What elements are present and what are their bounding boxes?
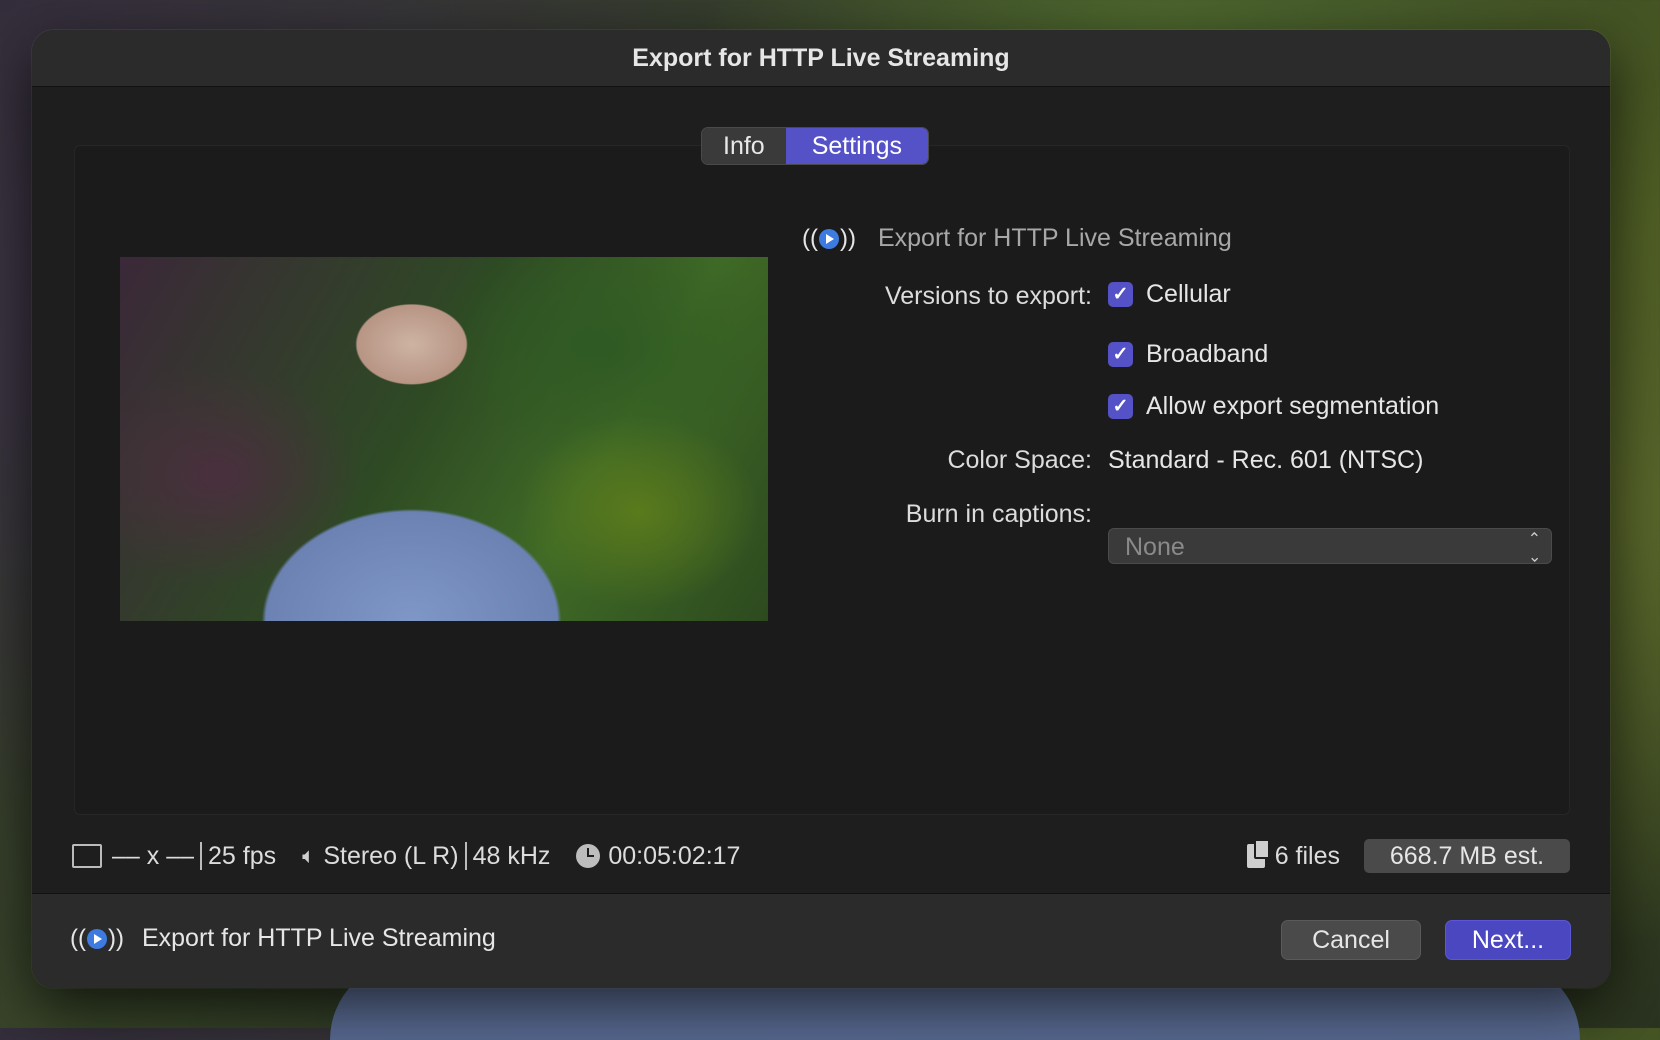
dialog-title: Export for HTTP Live Streaming	[32, 30, 1610, 87]
file-count: 6 files	[1246, 839, 1340, 871]
file-count-text: 6 files	[1274, 841, 1340, 870]
document-stack-icon	[1246, 839, 1270, 868]
broadcast-play-icon: (())	[802, 224, 856, 252]
checkmark-icon[interactable]: ✓	[1108, 394, 1133, 419]
dialog-footer: (()) Export for HTTP Live Streaming Canc…	[32, 893, 1610, 988]
size-estimate-badge: 668.7 MB est.	[1364, 839, 1570, 873]
checkmark-icon[interactable]: ✓	[1108, 342, 1133, 367]
color-space-label: Color Space:	[947, 446, 1092, 474]
settings-heading-text: Export for HTTP Live Streaming	[877, 224, 1232, 252]
cellular-label: Cellular	[1146, 280, 1231, 308]
frame-size-icon	[72, 844, 102, 868]
audio-channels-text: Stereo (L R)	[323, 841, 459, 870]
cellular-checkbox-row[interactable]: ✓ Cellular	[1108, 280, 1231, 309]
export-dialog: Export for HTTP Live Streaming Info Sett…	[32, 30, 1610, 988]
captions-label: Burn in captions:	[905, 500, 1092, 528]
fps-text: 25 fps	[208, 841, 277, 870]
segmentation-label: Allow export segmentation	[1146, 392, 1440, 420]
tab-info[interactable]: Info	[702, 128, 786, 164]
cancel-button[interactable]: Cancel	[1281, 920, 1421, 960]
divider	[200, 842, 203, 870]
versions-label: Versions to export:	[884, 282, 1092, 310]
destination-info: (()) Export for HTTP Live Streaming	[70, 924, 496, 953]
speaker-icon: 🔈︎	[302, 843, 316, 868]
settings-heading: (()) Export for HTTP Live Streaming	[802, 224, 1232, 253]
color-space-value: Standard - Rec. 601 (NTSC)	[1108, 446, 1424, 474]
clock-icon	[576, 844, 601, 868]
captions-popup[interactable]: None ⌃ ⌃	[1108, 528, 1552, 564]
tab-bar: Info Settings	[701, 127, 930, 165]
sample-rate-text: 48 kHz	[472, 841, 551, 870]
broadcast-play-icon: (())	[70, 924, 124, 952]
divider	[464, 842, 467, 870]
tab-settings[interactable]: Settings	[785, 128, 929, 164]
captions-value: None	[1125, 533, 1185, 561]
export-info-bar: –– x –– 25 fps 🔈︎ Stereo (L R) 48 kHz 00…	[72, 838, 1570, 874]
up-down-chevron-icon: ⌃ ⌃	[1527, 531, 1541, 564]
next-button[interactable]: Next...	[1445, 920, 1571, 960]
broadband-checkbox-row[interactable]: ✓ Broadband	[1108, 340, 1268, 369]
segmentation-checkbox-row[interactable]: ✓ Allow export segmentation	[1108, 392, 1439, 421]
broadband-label: Broadband	[1146, 340, 1269, 368]
dimensions-text: –– x ––	[112, 841, 195, 870]
destination-text: Export for HTTP Live Streaming	[141, 924, 496, 952]
checkmark-icon[interactable]: ✓	[1108, 282, 1133, 307]
duration-text: 00:05:02:17	[608, 841, 741, 870]
